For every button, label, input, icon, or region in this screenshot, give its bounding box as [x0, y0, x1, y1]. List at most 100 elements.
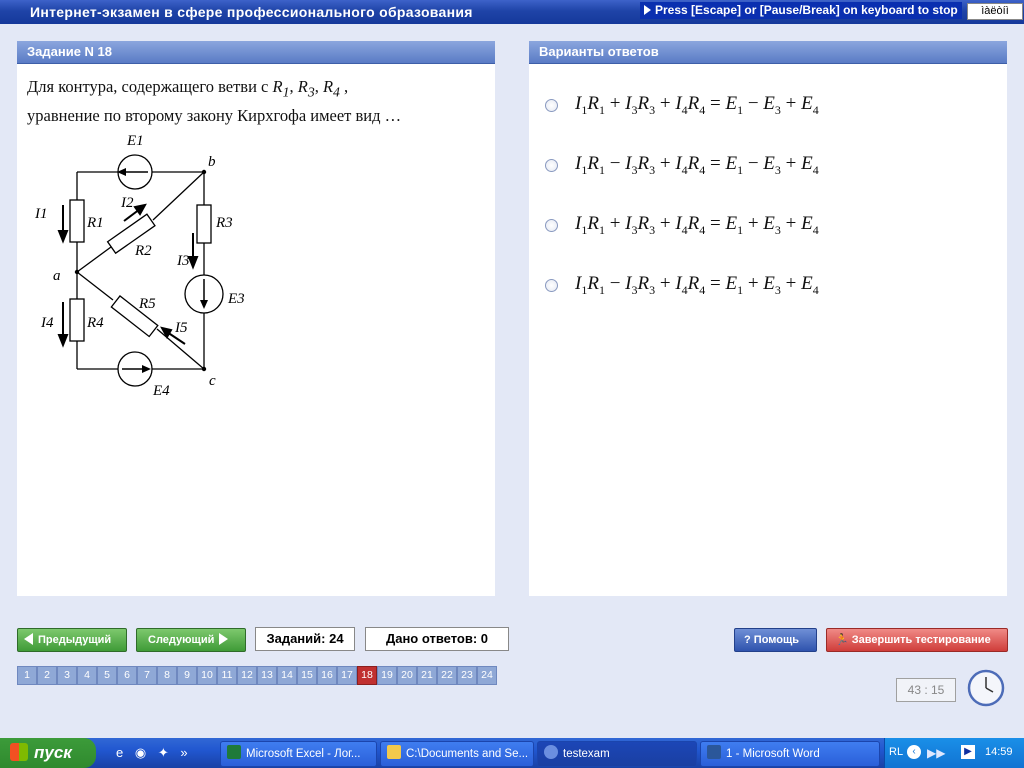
question-icon: ? [744, 634, 751, 646]
tool-icon[interactable]: ✦ [158, 745, 169, 760]
answer-option-3[interactable]: I1R1 + I3R3 + I4R4 = E1 + E3 + E4 [545, 213, 985, 239]
question-number-button[interactable]: 10 [197, 666, 217, 685]
question-number-button[interactable]: 23 [457, 666, 477, 685]
question-part2: , [344, 77, 349, 96]
answer-option-4[interactable]: I1R1 − I3R3 + I4R4 = E1 + E3 + E4 [545, 273, 985, 299]
question-number-button[interactable]: 2 [37, 666, 57, 685]
answer-option-2[interactable]: I1R1 − I3R3 + I4R4 = E1 − E3 + E4 [545, 153, 985, 179]
label-r3: R3 [215, 215, 233, 231]
question-number-button[interactable]: 7 [137, 666, 157, 685]
question-resistor-1: R1 [272, 77, 290, 100]
answer-option-1[interactable]: I1R1 + I3R3 + I4R4 = E1 − E3 + E4 [545, 93, 985, 119]
question-number-button[interactable]: 12 [237, 666, 257, 685]
resistor-r4 [69, 298, 85, 342]
arrowhead-i5 [160, 326, 173, 340]
label-i2: I2 [120, 195, 134, 211]
question-number-button[interactable]: 13 [257, 666, 277, 685]
arrow-left-icon [24, 633, 33, 645]
question-number-button[interactable]: 16 [317, 666, 337, 685]
question-part1: Для контура, содержащего ветви с [27, 77, 269, 96]
question-number-button[interactable]: 22 [437, 666, 457, 685]
answers-given: Дано ответов: 0 [365, 627, 509, 651]
taskbar-item-word[interactable]: 1 - Microsoft Word [700, 741, 880, 767]
label-r1: R1 [86, 215, 104, 231]
resistor-r1 [69, 199, 85, 243]
circuit-diagram: E1 b I1 R1 I2 R2 R3 I3 a E3 R5 I4 R4 I5 … [34, 133, 245, 399]
stop-hint: Press [Escape] or [Pause/Break] on keybo… [640, 2, 962, 19]
taskbar-item-folder[interactable]: C:\Documents and Se... [380, 741, 534, 767]
windows-logo-icon [10, 743, 28, 761]
stop-hint-text: Press [Escape] or [Pause/Break] on keybo… [655, 3, 958, 17]
question-resistor-3: R3 [297, 77, 315, 100]
clock-text: 14:59 [985, 746, 1013, 758]
question-number-button[interactable]: 1 [17, 666, 37, 685]
node-b [201, 169, 207, 175]
question-number-button[interactable]: 18 [357, 666, 377, 685]
question-number-button[interactable]: 20 [397, 666, 417, 685]
question-number-button[interactable]: 8 [157, 666, 177, 685]
radio-button[interactable] [545, 279, 558, 292]
label-i3: I3 [176, 253, 190, 269]
language-tray[interactable]: RL [889, 746, 903, 758]
question-number-button[interactable]: 6 [117, 666, 137, 685]
answers-header: Варианты ответов [529, 41, 1007, 64]
folder-icon [387, 745, 401, 759]
language-indicator: ìàëòíì [967, 3, 1023, 20]
media-tray-icon[interactable]: ▶▶ [927, 746, 945, 760]
label-i4: I4 [40, 315, 54, 331]
question-number-button[interactable]: 19 [377, 666, 397, 685]
prev-button[interactable]: Предыдущий [17, 628, 127, 652]
ie-icon[interactable]: e [116, 745, 123, 760]
question-number-button[interactable]: 14 [277, 666, 297, 685]
question-number-button[interactable]: 21 [417, 666, 437, 685]
start-button[interactable]: пуск [0, 738, 96, 768]
arrowhead-i3 [187, 256, 199, 270]
answers-panel: Варианты ответов I1R1 + I3R3 + I4R4 = E1… [529, 41, 1007, 596]
question-number-button[interactable]: 5 [97, 666, 117, 685]
answer-formula: I1R1 − I3R3 + I4R4 = E1 − E3 + E4 [575, 153, 819, 177]
play-arrow-icon [644, 5, 651, 15]
source-e3 [184, 274, 224, 314]
radio-button[interactable] [545, 219, 558, 232]
tray-arrow-icon[interactable]: ‹ [907, 745, 921, 759]
answer-formula: I1R1 + I3R3 + I4R4 = E1 − E3 + E4 [575, 93, 819, 117]
task-label: C:\Documents and Se... [406, 748, 529, 760]
label-a: a [53, 268, 61, 284]
question-number-button[interactable]: 15 [297, 666, 317, 685]
question-number-button[interactable]: 3 [57, 666, 77, 685]
help-button[interactable]: ? Помощь [734, 628, 817, 652]
system-tray: RL ‹ ▶▶ ▶ 14:59 [884, 738, 1024, 768]
question-number-button[interactable]: 11 [217, 666, 237, 685]
radio-button[interactable] [545, 99, 558, 112]
label-c: c [209, 373, 216, 389]
taskbar-item-excel[interactable]: Microsoft Excel - Лог... [220, 741, 377, 767]
node-c [201, 366, 207, 372]
answer-formula: I1R1 + I3R3 + I4R4 = E1 + E3 + E4 [575, 213, 819, 237]
question-number-button[interactable]: 17 [337, 666, 357, 685]
label-r2: R2 [134, 243, 152, 259]
node-a [74, 269, 80, 275]
question-text: Для контура, содержащего ветви с R1, R3,… [27, 77, 402, 126]
arrow-right-icon [219, 633, 229, 645]
task-label: 1 - Microsoft Word [726, 748, 820, 760]
taskbar-item-testexam[interactable]: testexam [537, 741, 697, 767]
question-number-button[interactable]: 24 [477, 666, 497, 685]
prev-label: Предыдущий [38, 634, 112, 646]
media-icon[interactable]: ◉ [135, 745, 146, 760]
tasks-count: Заданий: 24 [255, 627, 355, 651]
question-number-button[interactable]: 9 [177, 666, 197, 685]
start-label: пуск [34, 743, 72, 762]
player-tray-icon[interactable]: ▶ [961, 745, 975, 759]
word-icon [707, 745, 721, 759]
question-number-button[interactable]: 4 [77, 666, 97, 685]
task-panel: Задание N 18 Для контура, содержащего ве… [17, 41, 495, 596]
radio-button[interactable] [545, 159, 558, 172]
label-e3: E3 [227, 291, 245, 307]
source-e4 [117, 351, 153, 387]
finish-button[interactable]: 🏃 Завершить тестирование [826, 628, 1008, 652]
chevron-icon[interactable]: » [180, 745, 187, 760]
task-label: Microsoft Excel - Лог... [246, 748, 361, 760]
finish-label: Завершить тестирование [851, 634, 991, 646]
label-i1: I1 [34, 206, 48, 222]
next-button[interactable]: Следующий [136, 628, 246, 652]
